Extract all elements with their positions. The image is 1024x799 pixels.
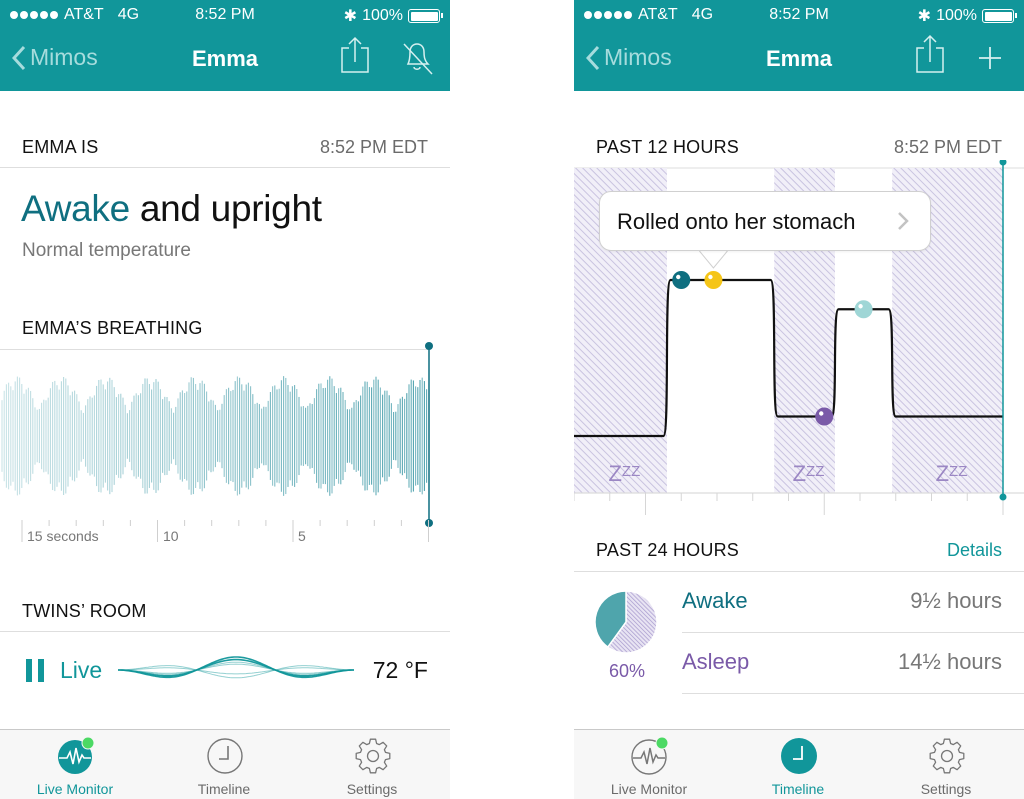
axis-label-10: 10 [163, 528, 179, 544]
axis-label-15: 15 seconds [27, 528, 99, 544]
gear-hub [940, 749, 954, 763]
add-event-button[interactable] [970, 34, 1010, 78]
status-heading: EMMA IS [22, 137, 99, 157]
live-monitor-screen: AT&T 4G 8:52 PM ✱ 100% Mimos Emma EMMA I… [0, 0, 450, 799]
tab-settings[interactable]: Settings [297, 730, 447, 799]
page-title: Emma [765, 46, 833, 71]
past12-heading: PAST 12 HOURS [596, 137, 739, 157]
now-indicator-bottom [999, 493, 1007, 501]
event-marker-highlight [676, 274, 681, 280]
room-heading: TWINS’ ROOM [22, 601, 147, 621]
page-title: Emma [191, 46, 259, 71]
nav-header: AT&T 4G 8:52 PM ✱ 100% Mimos Emma [0, 0, 450, 91]
divider [682, 693, 1024, 694]
tab-live-monitor[interactable]: Live Monitor [0, 730, 150, 799]
tab-settings[interactable]: Settings [871, 730, 1021, 799]
tab-bar: Live Monitor Timeline Settings [574, 729, 1024, 799]
breathing-heading: EMMA’S BREATHING [22, 318, 203, 338]
asleep-duration: 14½ hours [898, 649, 1002, 674]
chevron-right-icon [898, 212, 909, 230]
event-tooltip[interactable]: Rolled onto her stomach [599, 191, 931, 251]
gear-hub [366, 749, 380, 763]
nav-header: AT&T 4G 8:52 PM ✱ 100% Mimos Emma [574, 0, 1024, 91]
tooltip-pointer [699, 250, 728, 269]
chevron-left-icon [12, 45, 26, 70]
battery-icon [982, 9, 1017, 23]
tab-label: Timeline [771, 781, 825, 797]
battery-percent: 100% [362, 7, 403, 24]
gear-icon [355, 738, 391, 774]
axis-label-5: 5 [298, 528, 306, 544]
asleep-percent: 60% [608, 661, 646, 681]
bell-muted-icon [403, 43, 433, 75]
tab-timeline[interactable]: Timeline [723, 730, 873, 799]
battery-icon [408, 9, 443, 23]
mute-alerts-button[interactable] [396, 34, 436, 78]
plus-icon [979, 47, 1001, 69]
share-button[interactable] [911, 34, 951, 78]
breathing-waveform [1, 342, 433, 542]
tab-live-monitor[interactable]: Live Monitor [574, 730, 724, 799]
event-marker [854, 300, 873, 319]
event-description: Rolled onto her stomach [617, 209, 856, 234]
clock-icon [207, 738, 243, 774]
tab-timeline[interactable]: Timeline [149, 730, 299, 799]
temperature-note: Normal temperature [22, 240, 191, 261]
status-time: 8:52 PM EDT [319, 137, 428, 157]
scrubber-top-handle [425, 342, 433, 350]
timeline-screen: AT&T 4G 8:52 PM ✱ 100% Mimos Emma PAST 1… [574, 0, 1024, 799]
awake-duration: 9½ hours [910, 588, 1002, 613]
back-button[interactable]: Mimos [586, 44, 672, 71]
position-state: and upright [129, 188, 322, 229]
share-button[interactable] [336, 34, 376, 78]
status-bar: AT&T 4G 8:52 PM ✱ 100% [0, 4, 450, 26]
bluetooth-icon: ✱ [343, 8, 358, 25]
live-audio-row: Live 72 °F [0, 640, 450, 700]
event-marker-highlight [858, 304, 863, 309]
event-marker [672, 271, 691, 289]
pause-button[interactable] [26, 659, 44, 682]
waveform-icon [631, 737, 669, 775]
past24-heading: PAST 24 HOURS [596, 540, 739, 560]
gear-outline [929, 738, 965, 774]
tab-label: Live Monitor [610, 781, 688, 797]
share-icon [916, 34, 944, 73]
details-link[interactable]: Details [947, 540, 1002, 561]
share-icon [341, 36, 369, 73]
bluetooth-icon: ✱ [917, 8, 932, 25]
battery-percent: 100% [936, 7, 977, 24]
tab-label: Timeline [197, 781, 251, 797]
summary-row-asleep[interactable]: Asleep 14½ hours [682, 633, 1024, 694]
event-marker [704, 271, 723, 289]
divider [0, 631, 450, 632]
event-marker-highlight [819, 411, 824, 416]
baby-state: Awake and upright [21, 188, 322, 230]
live-label: Live [60, 657, 103, 683]
status-bar: AT&T 4G 8:52 PM ✱ 100% [574, 4, 1024, 26]
tab-bar: Live Monitor Timeline Settings [0, 729, 450, 799]
back-label: Mimos [604, 44, 672, 70]
chevron-left-icon [586, 45, 600, 70]
sleep-pie-chart [594, 590, 658, 654]
audio-wave-icon [118, 656, 354, 679]
now-indicator-top [999, 160, 1007, 166]
awake-state: Awake [21, 188, 130, 229]
back-label: Mimos [30, 44, 98, 70]
past12-time: 8:52 PM EDT [893, 137, 1002, 157]
tab-label: Settings [346, 781, 398, 797]
waveform-icon [58, 737, 95, 774]
awake-label: Awake [682, 588, 748, 613]
event-marker [815, 407, 834, 426]
room-temperature: 72 °F [372, 657, 428, 683]
divider [0, 167, 450, 168]
gear-outline [355, 738, 391, 774]
summary-row-awake[interactable]: Awake 9½ hours [682, 572, 1024, 633]
asleep-label: Asleep [682, 649, 750, 674]
tab-label: Settings [920, 781, 972, 797]
back-button[interactable]: Mimos [12, 44, 98, 71]
clock-icon [781, 738, 817, 774]
tab-label: Live Monitor [36, 781, 114, 797]
event-marker-highlight [708, 274, 713, 280]
gear-icon [929, 738, 965, 774]
